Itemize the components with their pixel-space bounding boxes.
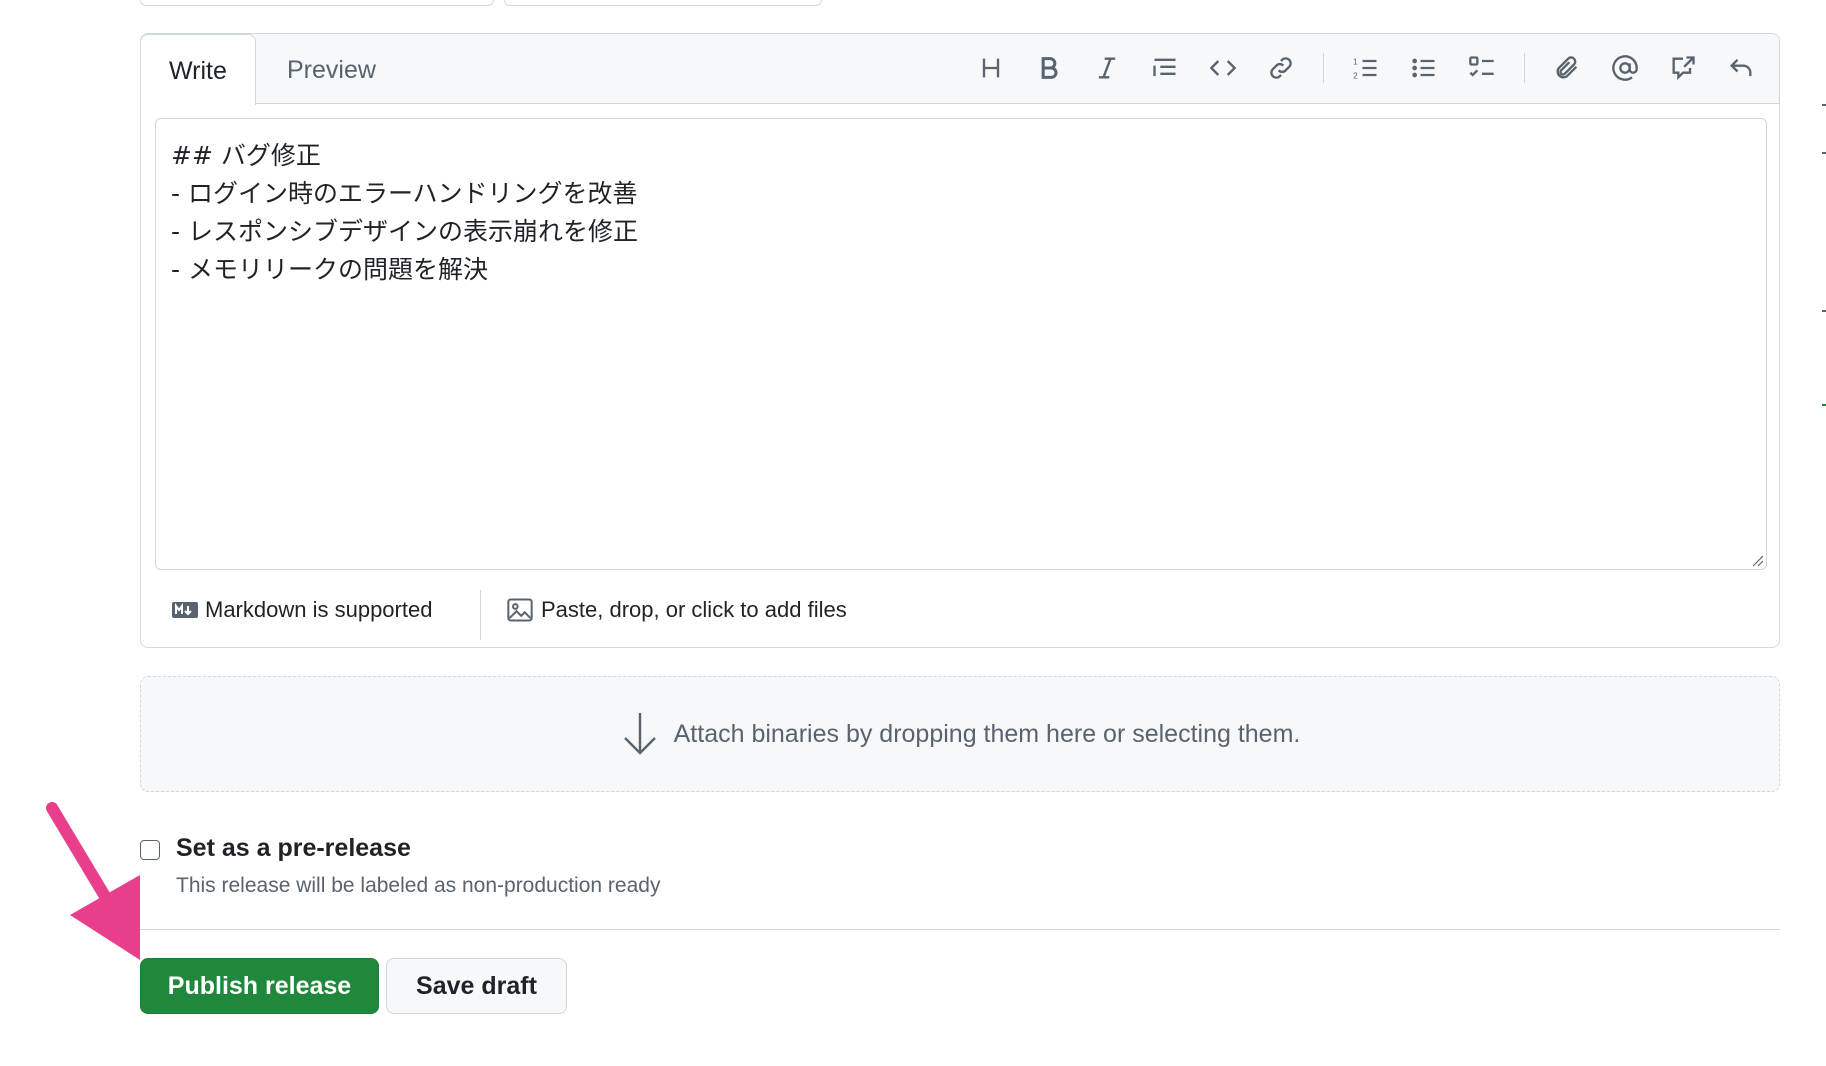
- release-notes-text: ## バグ修正 - ログイン時のエラーハンドリングを改善 - レスポンシブデザインの…: [171, 137, 638, 289]
- markdown-icon: [172, 602, 198, 618]
- tab-write[interactable]: Write: [140, 34, 256, 105]
- undo-icon[interactable]: [1721, 48, 1761, 88]
- heading-icon[interactable]: [971, 48, 1011, 88]
- text-line: ## バグ修正: [171, 141, 321, 170]
- target-select-input[interactable]: [504, 0, 822, 6]
- cross-reference-icon[interactable]: [1663, 48, 1703, 88]
- edge-mark: [1822, 152, 1826, 154]
- tab-preview[interactable]: Preview: [259, 34, 404, 104]
- publish-release-button[interactable]: Publish release: [140, 958, 379, 1014]
- unordered-list-icon[interactable]: [1404, 48, 1444, 88]
- text-line: - ログイン時のエラーハンドリングを改善: [171, 179, 638, 208]
- prerelease-title[interactable]: Set as a pre-release: [176, 834, 411, 863]
- markdown-support-link[interactable]: Markdown is supported: [171, 580, 432, 640]
- markdown-toolbar: 12: [953, 48, 1761, 88]
- footer-divider: [480, 590, 481, 640]
- attach-binaries-label: Attach binaries by dropping them here or…: [673, 719, 1301, 748]
- editor-header: Write Preview 12: [140, 34, 1779, 105]
- section-divider: [140, 929, 1780, 930]
- edge-mark: [1822, 310, 1826, 312]
- mention-icon[interactable]: [1605, 48, 1645, 88]
- numbered-list-icon[interactable]: 12: [1346, 48, 1386, 88]
- code-icon[interactable]: [1203, 48, 1243, 88]
- quote-icon[interactable]: [1145, 48, 1185, 88]
- toolbar-divider: [1524, 53, 1525, 83]
- edge-mark: [1822, 104, 1826, 106]
- italic-icon[interactable]: [1087, 48, 1127, 88]
- editor-footer: Markdown is supported Paste, drop, or cl…: [141, 580, 1779, 640]
- markdown-label: Markdown is supported: [205, 597, 433, 622]
- text-line: - レスポンシブデザインの表示崩れを修正: [171, 217, 638, 246]
- tag-select-input[interactable]: [140, 0, 494, 6]
- svg-text:2: 2: [1353, 72, 1358, 81]
- arrow-down-icon: [623, 713, 656, 755]
- svg-text:1: 1: [1353, 58, 1358, 67]
- release-notes-textarea[interactable]: ## バグ修正 - ログイン時のエラーハンドリングを改善 - レスポンシブデザインの…: [155, 118, 1767, 570]
- text-line: - メモリリークの問題を解決: [171, 255, 488, 284]
- save-draft-button[interactable]: Save draft: [386, 958, 567, 1014]
- attach-binaries-dropzone[interactable]: Attach binaries by dropping them here or…: [140, 676, 1780, 792]
- task-list-icon[interactable]: [1462, 48, 1502, 88]
- annotation-arrow-icon: [46, 802, 140, 960]
- prerelease-description: This release will be labeled as non-prod…: [176, 874, 661, 897]
- resize-grip-icon[interactable]: [1750, 553, 1764, 567]
- add-files-label: Paste, drop, or click to add files: [541, 597, 847, 622]
- image-icon: [507, 598, 533, 622]
- toolbar-divider: [1323, 53, 1324, 83]
- attach-icon[interactable]: [1547, 48, 1587, 88]
- add-files-button[interactable]: Paste, drop, or click to add files: [505, 580, 847, 640]
- link-icon[interactable]: [1261, 48, 1301, 88]
- bold-icon[interactable]: [1029, 48, 1069, 88]
- edge-mark: [1822, 404, 1826, 406]
- release-notes-editor: Write Preview 12 ## バグ修正 - ログイン時のエラーハンドリ…: [140, 33, 1780, 648]
